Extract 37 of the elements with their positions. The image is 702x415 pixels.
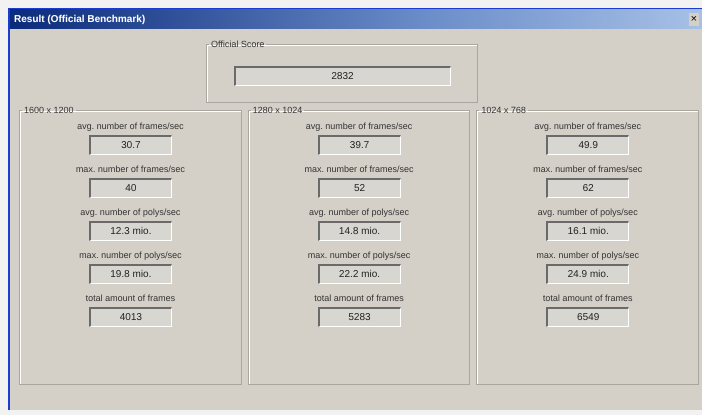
value-field: 6549 bbox=[546, 307, 630, 327]
group-title: 1024 x 768 bbox=[480, 105, 527, 115]
value-field: 14.8 mio. bbox=[318, 221, 400, 241]
stat-label: avg. number of polys/sec bbox=[538, 207, 638, 217]
value-field: 16.1 mio. bbox=[546, 221, 630, 241]
stat-label: max. number of frames/sec bbox=[533, 164, 642, 174]
stat-label: total amount of frames bbox=[86, 293, 176, 303]
stat-label: max. number of polys/sec bbox=[79, 250, 182, 260]
group-title: 1600 x 1200 bbox=[23, 105, 75, 115]
stat-label: avg. number of polys/sec bbox=[80, 207, 180, 217]
stat-label: total amount of frames bbox=[542, 293, 632, 303]
stat-label: max. number of polys/sec bbox=[308, 250, 410, 260]
stat-label: max. number of frames/sec bbox=[304, 164, 414, 174]
stat-label: max. number of frames/sec bbox=[76, 164, 185, 174]
stat-label: max. number of polys/sec bbox=[536, 250, 639, 260]
stat-label: avg. number of frames/sec bbox=[306, 121, 412, 131]
group-title: 1280 x 1024 bbox=[252, 105, 304, 115]
stat-label: avg. number of frames/sec bbox=[77, 121, 184, 131]
value-field: 52 bbox=[318, 178, 400, 198]
value-field: 30.7 bbox=[88, 135, 172, 155]
value-field: 49.9 bbox=[546, 135, 630, 155]
stat-label: avg. number of polys/sec bbox=[308, 207, 410, 217]
score-field: 2832 bbox=[234, 66, 450, 86]
window-title: Result (Official Benchmark) bbox=[14, 14, 146, 24]
value-field: 40 bbox=[88, 178, 172, 198]
close-button[interactable]: × bbox=[688, 12, 699, 26]
value-field: 12.3 mio. bbox=[88, 221, 172, 241]
value-field: 22.2 mio. bbox=[318, 264, 400, 284]
value-field: 39.7 bbox=[318, 135, 400, 155]
value-field: 24.9 mio. bbox=[546, 264, 630, 284]
stat-label: total amount of frames bbox=[314, 293, 404, 303]
value-field: 5283 bbox=[318, 307, 400, 327]
score-title: Official Score bbox=[210, 39, 266, 49]
stat-label: avg. number of frames/sec bbox=[534, 121, 641, 131]
value-field: 19.8 mio. bbox=[88, 264, 172, 284]
value-field: 62 bbox=[546, 178, 630, 198]
value-field: 4013 bbox=[88, 307, 172, 327]
